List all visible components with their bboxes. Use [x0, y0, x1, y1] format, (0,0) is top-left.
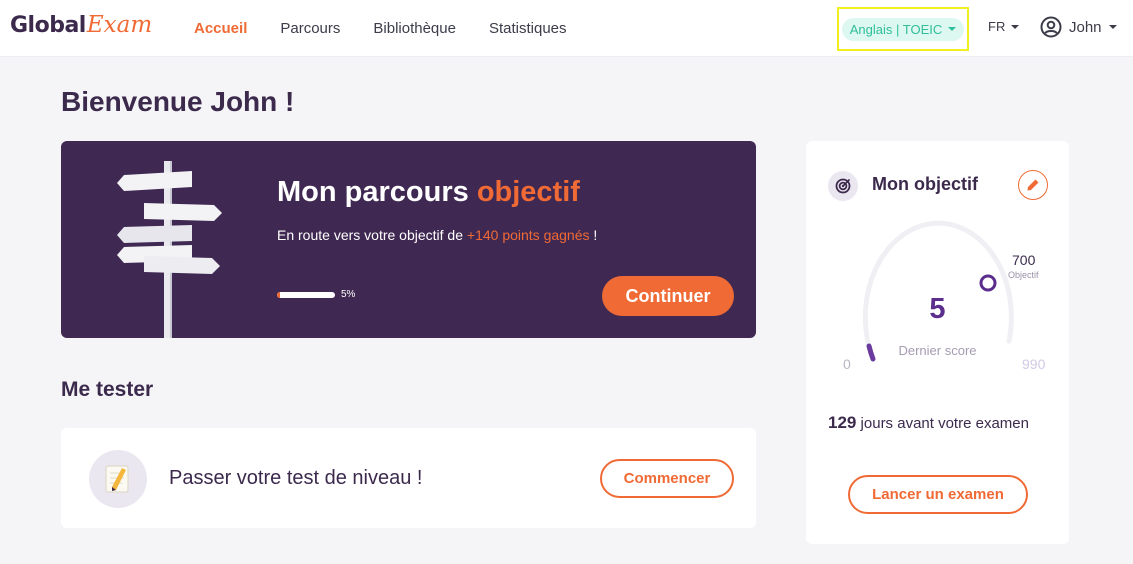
- start-test-button[interactable]: Commencer: [600, 459, 734, 498]
- nav-item-accueil[interactable]: Accueil: [194, 20, 247, 37]
- brand-logo-exam: Exam: [86, 12, 153, 38]
- target-score-label: Objectif: [1008, 270, 1039, 280]
- days-count: 129: [828, 413, 857, 432]
- language-selector-label: Anglais | TOEIC: [849, 21, 943, 37]
- progress-bar: [277, 292, 335, 298]
- target-score-value: 700: [1012, 252, 1036, 268]
- level-test-label: Passer votre test de niveau !: [169, 467, 423, 489]
- path-objective-banner: Mon parcours objectif En route vers votr…: [61, 141, 756, 338]
- language-selector[interactable]: Anglais | TOEIC: [841, 17, 965, 41]
- top-navigation-bar: Global Exam Accueil Parcours Bibliothèqu…: [0, 0, 1133, 57]
- objective-card: Mon objectif 700 Objectif 5 Dernier scor…: [806, 141, 1069, 544]
- days-text: jours avant votre examen: [860, 415, 1029, 432]
- days-until-exam: 129 jours avant votre examen: [828, 413, 1029, 433]
- banner-subtitle-start: En route vers votre objectif de: [277, 227, 463, 243]
- chevron-down-icon: [1011, 24, 1020, 29]
- gauge-max-label: 990: [1022, 356, 1046, 372]
- continue-button[interactable]: Continuer: [602, 276, 734, 316]
- signpost-illustration: [117, 161, 222, 338]
- target-marker: [979, 274, 997, 292]
- notepad-pencil-icon: [105, 465, 129, 493]
- brand-logo-global: Global: [10, 13, 86, 38]
- user-menu[interactable]: John: [1040, 16, 1117, 38]
- chevron-down-icon: [1108, 25, 1117, 29]
- nav-item-statistiques[interactable]: Statistiques: [489, 20, 567, 37]
- page-title: Bienvenue John !: [61, 86, 295, 117]
- last-score-value: 5: [929, 293, 946, 325]
- banner-title-start: Mon parcours: [277, 176, 469, 208]
- locale-label: FR: [988, 19, 1006, 34]
- progress-bar-fill: [277, 292, 280, 298]
- chevron-down-icon: [948, 27, 957, 31]
- language-selector-highlight: Anglais | TOEIC: [837, 7, 969, 51]
- brand-logo[interactable]: Global Exam: [10, 12, 152, 46]
- banner-title-accent: objectif: [476, 176, 580, 208]
- progress-label: 5%: [341, 289, 356, 300]
- user-name: John: [1069, 18, 1102, 36]
- launch-exam-button[interactable]: Lancer un examen: [848, 475, 1028, 514]
- test-section-title: Me tester: [61, 378, 154, 401]
- main-nav: Accueil Parcours Bibliothèque Statistiqu…: [194, 0, 600, 57]
- level-test-icon-badge: [89, 450, 147, 508]
- nav-item-bibliotheque[interactable]: Bibliothèque: [373, 20, 456, 37]
- gauge-min-label: 0: [843, 356, 851, 372]
- banner-subtitle-end: !: [593, 227, 598, 243]
- banner-subtitle-accent: +140 points gagnés: [466, 227, 590, 243]
- user-circle-icon: [1040, 16, 1062, 38]
- banner-title: Mon parcours objectif: [277, 176, 580, 209]
- level-test-card: Passer votre test de niveau ! Commencer: [61, 428, 756, 528]
- nav-item-parcours[interactable]: Parcours: [280, 20, 340, 37]
- locale-selector[interactable]: FR: [988, 19, 1020, 34]
- banner-subtitle: En route vers votre objectif de +140 poi…: [277, 227, 597, 243]
